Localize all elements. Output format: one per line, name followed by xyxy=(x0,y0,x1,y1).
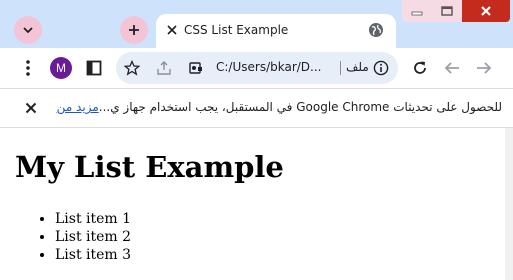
share-icon xyxy=(157,61,171,75)
list-item: List item 1 xyxy=(55,210,131,228)
active-tab[interactable]: CSS List Example xyxy=(156,14,396,48)
site-info-button[interactable] xyxy=(372,59,390,77)
close-icon xyxy=(481,6,491,16)
learn-more-link[interactable]: مزيد من المعلومات xyxy=(56,100,99,114)
minimize-icon xyxy=(411,11,423,16)
arrow-right-icon xyxy=(477,62,492,74)
title-bar: CSS List Example xyxy=(0,0,513,48)
chevron-down-icon xyxy=(23,27,33,34)
url-separator xyxy=(340,61,341,75)
close-icon xyxy=(25,102,37,114)
kebab-menu-icon xyxy=(26,60,30,76)
extension-icon xyxy=(189,62,202,74)
address-bar[interactable]: C:/Users/bkar/D... ملف xyxy=(116,52,398,84)
window-close-button[interactable] xyxy=(462,0,510,22)
list-item: List item 3 xyxy=(55,246,131,264)
page-heading: My List Example xyxy=(15,150,284,184)
plus-icon xyxy=(129,25,139,35)
infobar-message: للحصول على تحديثات Google Chrome في المس… xyxy=(98,100,502,114)
side-panel-icon xyxy=(86,60,102,76)
menu-button[interactable] xyxy=(18,58,38,78)
info-bar: للحصول على تحديثات Google Chrome في المس… xyxy=(0,88,513,128)
minimize-button[interactable] xyxy=(402,0,432,22)
reload-icon xyxy=(414,61,426,74)
globe-icon xyxy=(369,23,383,37)
info-icon xyxy=(373,60,389,76)
share-button[interactable] xyxy=(154,58,174,78)
side-panel-button[interactable] xyxy=(84,58,104,78)
maximize-button[interactable] xyxy=(432,0,462,22)
maximize-icon xyxy=(441,6,453,16)
list-item: List item 2 xyxy=(55,228,131,246)
tab-close-button[interactable] xyxy=(164,22,180,38)
avatar-initial: M xyxy=(56,61,66,75)
url-text: C:/Users/bkar/D... xyxy=(216,60,322,74)
arrow-left-icon xyxy=(444,62,459,74)
infobar-close-button[interactable] xyxy=(22,99,40,117)
back-button[interactable] xyxy=(474,58,494,78)
tab-title: CSS List Example xyxy=(184,23,289,37)
tab-search-button[interactable] xyxy=(14,16,42,44)
profile-avatar[interactable]: M xyxy=(50,57,72,79)
browser-toolbar: M C:/Users/bkar/D... ملف xyxy=(0,48,513,88)
reload-button[interactable] xyxy=(410,58,430,78)
infobar-message-row: للحصول على تحديثات Google Chrome في المس… xyxy=(56,100,502,114)
page-scrollbar[interactable] xyxy=(505,128,513,280)
file-label: ملف xyxy=(346,60,369,74)
bookmark-star-button[interactable] xyxy=(122,58,142,78)
close-icon xyxy=(167,25,177,35)
new-tab-button[interactable] xyxy=(120,16,148,44)
page-content: My List Example List item 1 List item 2 … xyxy=(0,128,505,280)
forward-button[interactable] xyxy=(442,58,462,78)
item-list: List item 1 List item 2 List item 3 xyxy=(15,210,131,264)
star-icon xyxy=(124,60,140,76)
extension-button[interactable] xyxy=(186,58,206,78)
